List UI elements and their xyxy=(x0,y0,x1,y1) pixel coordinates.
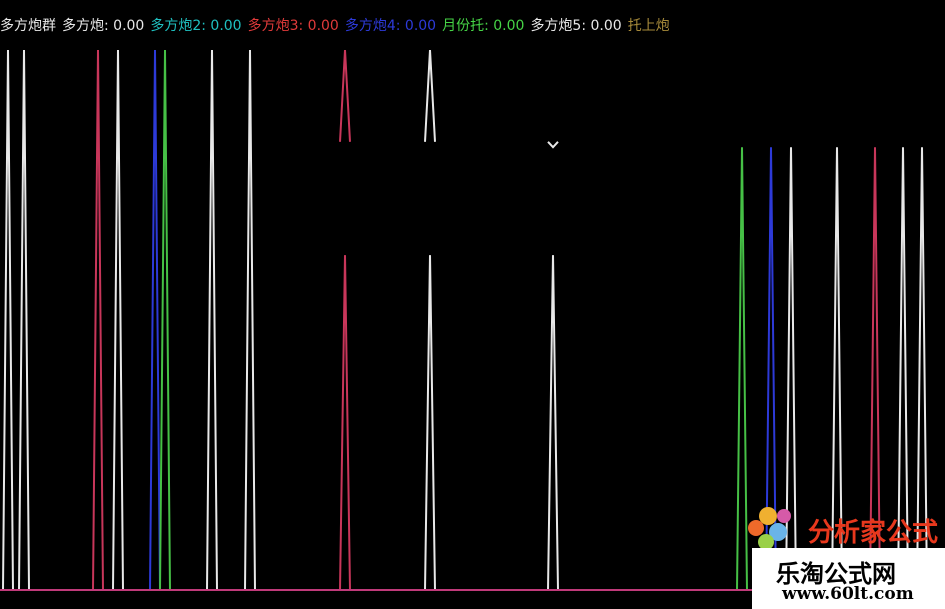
watermark-url: www.60lt.com xyxy=(782,584,914,604)
signal-spike xyxy=(339,255,351,591)
signal-spike xyxy=(92,49,104,591)
signal-spike xyxy=(159,49,171,591)
signal-spike xyxy=(547,141,559,149)
signal-spike xyxy=(112,49,124,591)
legend-item-duofangpao5: 多方炮5: 0.00 xyxy=(530,18,622,34)
legend-item-yuefentuo: 月份托: 0.00 xyxy=(442,18,525,34)
signal-spike xyxy=(424,49,436,142)
legend-group-label: 多方炮群 xyxy=(0,18,56,34)
legend-item-duofangpao2: 多方炮2: 0.00 xyxy=(150,18,242,34)
signal-spike xyxy=(424,255,436,591)
signal-spike xyxy=(206,49,218,591)
signal-spike xyxy=(18,49,30,591)
signal-spike xyxy=(2,49,14,591)
signal-spike xyxy=(339,49,351,142)
signal-spike xyxy=(244,49,256,591)
watermark-box: 乐淘公式网 www.60lt.com xyxy=(752,548,945,609)
signal-spike xyxy=(736,147,748,591)
signal-spike xyxy=(547,255,559,591)
legend-item-duofangpao: 多方炮: 0.00 xyxy=(62,18,145,34)
signal-spike xyxy=(149,49,161,591)
legend-item-duofangpao3: 多方炮3: 0.00 xyxy=(247,18,339,34)
legend-bar: 多方炮群 多方炮: 0.00 多方炮2: 0.00 多方炮3: 0.00 多方炮… xyxy=(0,14,670,38)
legend-item-tuoshangpao: 托上炮 xyxy=(627,18,670,34)
legend-item-duofangpao4: 多方炮4: 0.00 xyxy=(344,18,437,34)
